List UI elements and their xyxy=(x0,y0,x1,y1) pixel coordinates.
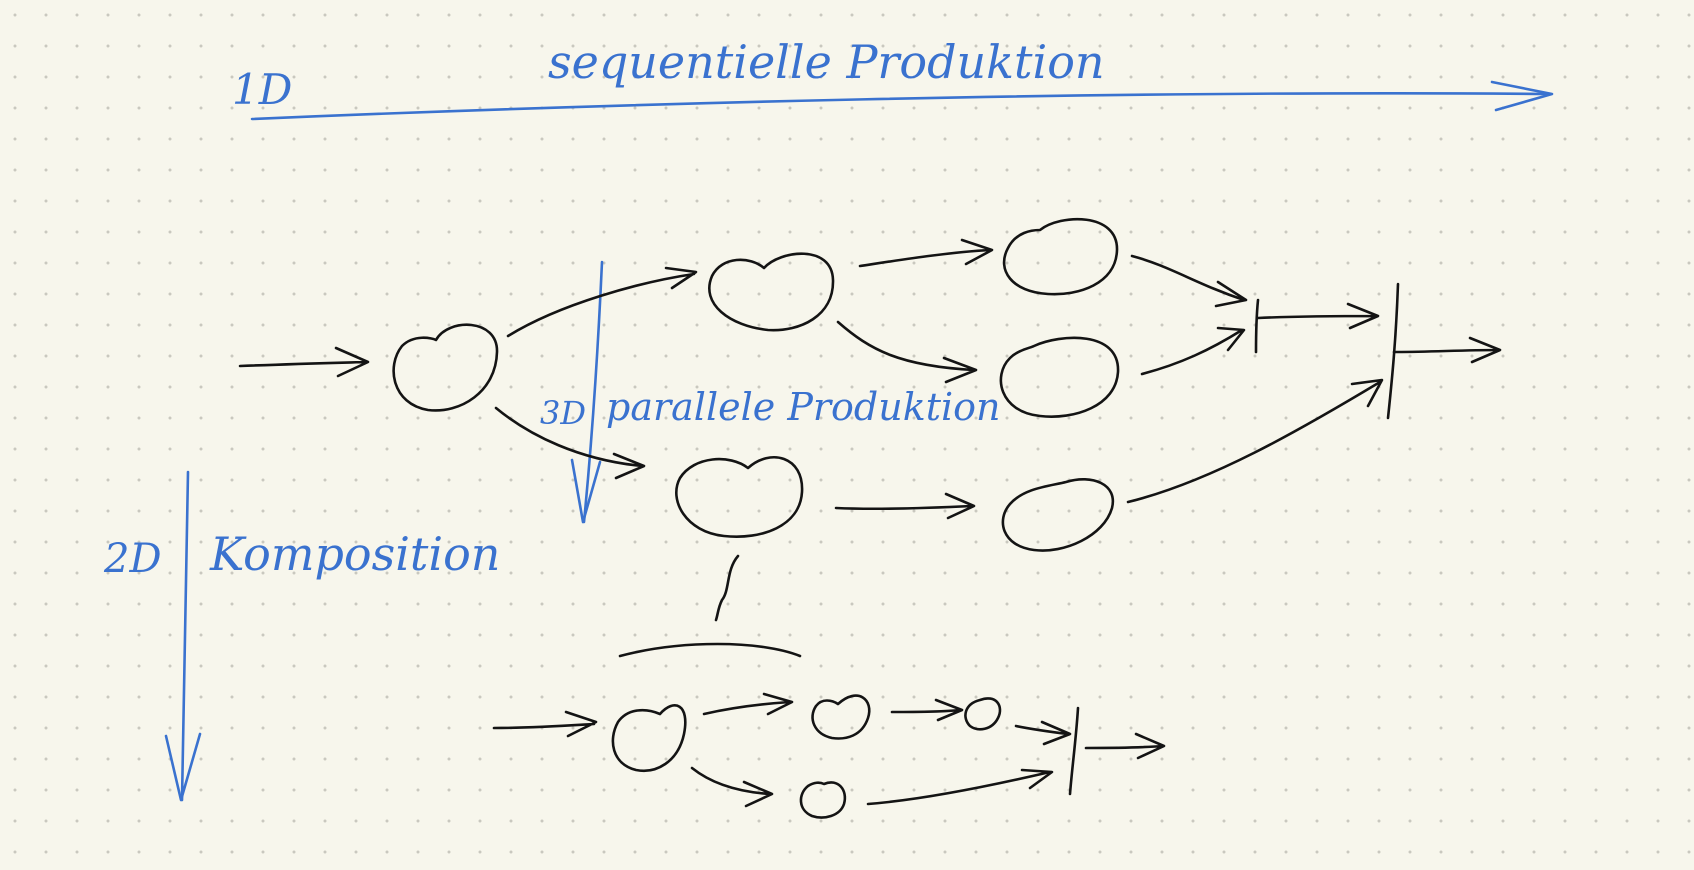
axis-1d-tag: 1D xyxy=(232,65,292,114)
dot-grid-background xyxy=(0,0,1694,870)
axis-2d-label: Komposition xyxy=(209,527,500,581)
axis-2d-tag: 2D xyxy=(103,536,162,582)
axis-3d-label: parallele Produktion xyxy=(606,385,1001,429)
whiteboard-canvas: 1D sequentielle Produktion 2D Kompositio… xyxy=(0,0,1694,870)
axis-1d-label: sequentielle Produktion xyxy=(548,35,1105,89)
axis-3d-tag: 3D xyxy=(540,394,586,432)
